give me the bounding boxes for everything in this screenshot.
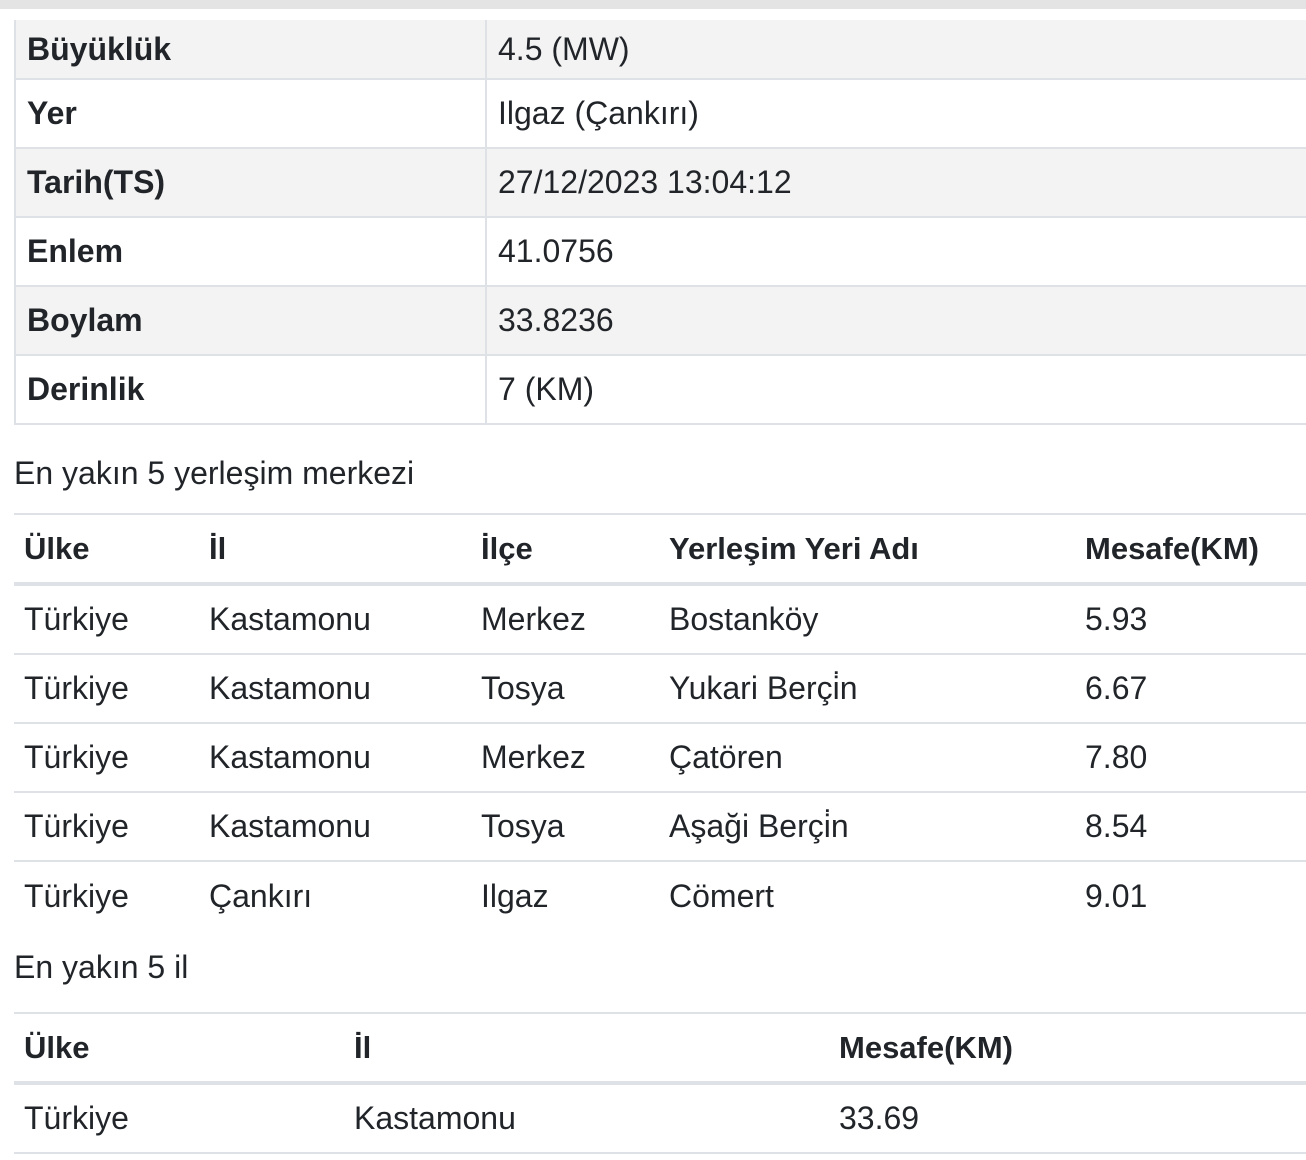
details-label: Tarih(TS)	[14, 147, 487, 218]
cell-district: Merkez	[471, 722, 659, 792]
details-row-depth: Derinlik 7 (KM)	[14, 354, 1306, 425]
settlements-section-title: En yakın 5 yerleşim merkezi	[14, 455, 415, 491]
column-header-settlement: Yerleşim Yeri Adı	[659, 513, 1075, 586]
column-header-distance: Mesafe(KM)	[1075, 513, 1306, 586]
earthquake-details-table: Büyüklük 4.5 (MW) Yer Ilgaz (Çankırı) Ta…	[14, 20, 1306, 425]
provinces-table: Ülke İl Mesafe(KM) Türkiye Kastamonu 33.…	[14, 1012, 1306, 1154]
table-row: Türkiye Kastamonu Merkez Bostanköy 5.93	[14, 584, 1306, 654]
details-value: 4.5 (MW)	[485, 20, 1306, 80]
cell-distance: 8.54	[1075, 791, 1306, 861]
details-value: Ilgaz (Çankırı)	[485, 78, 1306, 149]
cell-distance: 5.93	[1085, 601, 1148, 637]
top-scroll-edge	[0, 0, 1306, 20]
column-header-province: İl	[344, 1012, 829, 1085]
cell-province: Kastamonu	[199, 791, 471, 861]
details-row-latitude: Enlem 41.0756	[14, 216, 1306, 287]
cell-province: Çankırı	[199, 860, 471, 930]
settlements-header-row: Ülke İl İlçe Yerleşim Yeri Adı Mesafe(KM…	[14, 513, 1306, 586]
table-row: Türkiye Kastamonu Tosya Yukari Berçi̇n 6…	[14, 653, 1306, 723]
settlements-table: Ülke İl İlçe Yerleşim Yeri Adı Mesafe(KM…	[14, 513, 1306, 930]
table-row: Türkiye Çankırı Ilgaz Cömert 9.01	[14, 860, 1306, 930]
details-value: 33.8236	[485, 285, 1306, 356]
details-label: Derinlik	[14, 354, 487, 425]
cell-country: Türkiye	[14, 653, 199, 723]
cell-country: Türkiye	[14, 860, 199, 930]
cell-district: Tosya	[471, 653, 659, 723]
cell-settlement: Bostanköy	[669, 601, 819, 637]
cell-distance: 7.80	[1075, 722, 1306, 792]
details-label: Boylam	[14, 285, 487, 356]
details-value: 7 (KM)	[485, 354, 1306, 425]
cell-country: Türkiye	[14, 1083, 344, 1154]
details-label: Büyüklük	[14, 20, 487, 80]
cell-distance: 9.01	[1075, 860, 1306, 930]
column-header-district: İlçe	[471, 513, 659, 586]
cell-province: Kastamonu	[344, 1083, 829, 1154]
column-header-country: Ülke	[14, 1012, 344, 1085]
provinces-section-title: En yakın 5 il	[14, 949, 189, 985]
details-label: Enlem	[14, 216, 487, 287]
cell-settlement: Cömert	[659, 860, 1075, 930]
table-row: Türkiye Kastamonu Tosya Aşaği Berçi̇n 8.…	[14, 791, 1306, 861]
details-row-magnitude: Büyüklük 4.5 (MW)	[14, 20, 1306, 80]
cell-distance: 33.69	[829, 1083, 1306, 1154]
cell-province: Kastamonu	[209, 601, 371, 637]
details-row-location: Yer Ilgaz (Çankırı)	[14, 78, 1306, 149]
cell-district: Tosya	[471, 791, 659, 861]
details-label: Yer	[14, 78, 487, 149]
cell-country: Türkiye	[24, 601, 129, 637]
cell-district: Merkez	[481, 601, 586, 637]
details-row-date: Tarih(TS) 27/12/2023 13:04:12	[14, 147, 1306, 218]
column-header-country: Ülke	[14, 513, 199, 586]
cell-country: Türkiye	[14, 722, 199, 792]
column-header-province: İl	[199, 513, 471, 586]
column-header-distance: Mesafe(KM)	[829, 1012, 1306, 1085]
cell-province: Kastamonu	[199, 653, 471, 723]
cell-settlement: Yukari Berçi̇n	[659, 653, 1075, 723]
details-value: 27/12/2023 13:04:12	[485, 147, 1306, 218]
cell-distance: 6.67	[1075, 653, 1306, 723]
cell-country: Türkiye	[14, 791, 199, 861]
table-row: Türkiye Kastamonu 33.69	[14, 1083, 1306, 1154]
cell-settlement: Aşaği Berçi̇n	[659, 791, 1075, 861]
details-value: 41.0756	[485, 216, 1306, 287]
cell-settlement: Çatören	[659, 722, 1075, 792]
details-row-longitude: Boylam 33.8236	[14, 285, 1306, 356]
cell-district: Ilgaz	[471, 860, 659, 930]
earthquake-detail-panel: Büyüklük 4.5 (MW) Yer Ilgaz (Çankırı) Ta…	[14, 20, 1306, 1154]
table-row: Türkiye Kastamonu Merkez Çatören 7.80	[14, 722, 1306, 792]
cell-province: Kastamonu	[199, 722, 471, 792]
provinces-header-row: Ülke İl Mesafe(KM)	[14, 1012, 1306, 1085]
